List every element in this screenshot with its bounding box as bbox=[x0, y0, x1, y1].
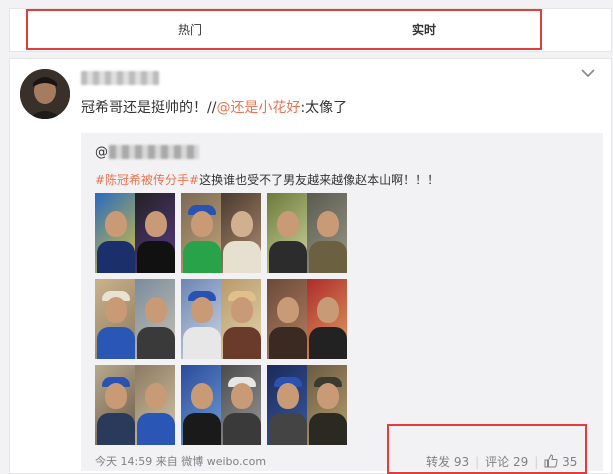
comment-label: 评论 bbox=[485, 455, 510, 469]
photo-thumbnail[interactable] bbox=[95, 365, 175, 445]
tab-realtime[interactable]: 实时 bbox=[412, 21, 436, 38]
mention-link[interactable]: @还是小花好 bbox=[216, 100, 300, 116]
post-meta: 今天 14:59 来自 微博 weibo.com bbox=[95, 453, 266, 469]
repost-count: 93 bbox=[453, 455, 470, 469]
repost-label: 转发 bbox=[426, 455, 451, 469]
avatar[interactable] bbox=[20, 69, 70, 119]
photo-thumbnail[interactable] bbox=[267, 279, 347, 359]
source-prefix: 来自 bbox=[155, 455, 178, 468]
repost-button[interactable]: 转发 93 bbox=[426, 455, 469, 469]
username-blurred[interactable] bbox=[81, 71, 159, 85]
like-count: 35 bbox=[562, 455, 578, 469]
original-user-blurred[interactable] bbox=[109, 145, 199, 159]
photo-thumbnail[interactable] bbox=[267, 365, 347, 445]
post-source[interactable]: 微博 weibo.com bbox=[181, 455, 266, 468]
weibo-post-card: 冠希哥还是挺帅的！//@还是小花好:太像了 @ #陈冠希被传分手#这换谁也受不了… bbox=[9, 58, 612, 474]
post-text: 冠希哥还是挺帅的！//@还是小花好:太像了 bbox=[81, 97, 347, 117]
repost-box[interactable]: @ #陈冠希被传分手#这换谁也受不了男友越来越像赵本山啊！！！ bbox=[81, 133, 603, 471]
repost-text: #陈冠希被传分手#这换谁也受不了男友越来越像赵本山啊！！！ bbox=[95, 171, 439, 188]
photo-thumbnail[interactable] bbox=[267, 193, 347, 273]
chevron-down-icon[interactable] bbox=[580, 65, 596, 81]
photo-thumbnail[interactable] bbox=[181, 365, 261, 445]
comment-count: 29 bbox=[513, 455, 529, 469]
tab-bar: 热门 实时 bbox=[9, 8, 612, 52]
photo-thumbnail[interactable] bbox=[95, 279, 175, 359]
post-text-after: :太像了 bbox=[300, 100, 348, 116]
photo-thumbnail[interactable] bbox=[95, 193, 175, 273]
photo-thumbnail[interactable] bbox=[181, 279, 261, 359]
repost-body: 这换谁也受不了男友越来越像赵本山啊！！！ bbox=[199, 173, 440, 187]
comment-button[interactable]: 评论 29 bbox=[485, 455, 528, 469]
action-bar: 转发 93 | 评论 29 | 35 bbox=[426, 454, 578, 469]
like-button[interactable]: 35 bbox=[544, 454, 578, 469]
photo-thumbnail[interactable] bbox=[181, 193, 261, 273]
post-time[interactable]: 今天 14:59 bbox=[95, 455, 152, 468]
post-text-main: 冠希哥还是挺帅的！// bbox=[81, 100, 217, 116]
original-user-prefix: @ bbox=[95, 145, 108, 160]
like-icon bbox=[544, 454, 558, 468]
image-grid bbox=[95, 193, 349, 445]
tab-hot[interactable]: 热门 bbox=[178, 21, 202, 38]
hashtag-link[interactable]: #陈冠希被传分手# bbox=[95, 173, 199, 187]
